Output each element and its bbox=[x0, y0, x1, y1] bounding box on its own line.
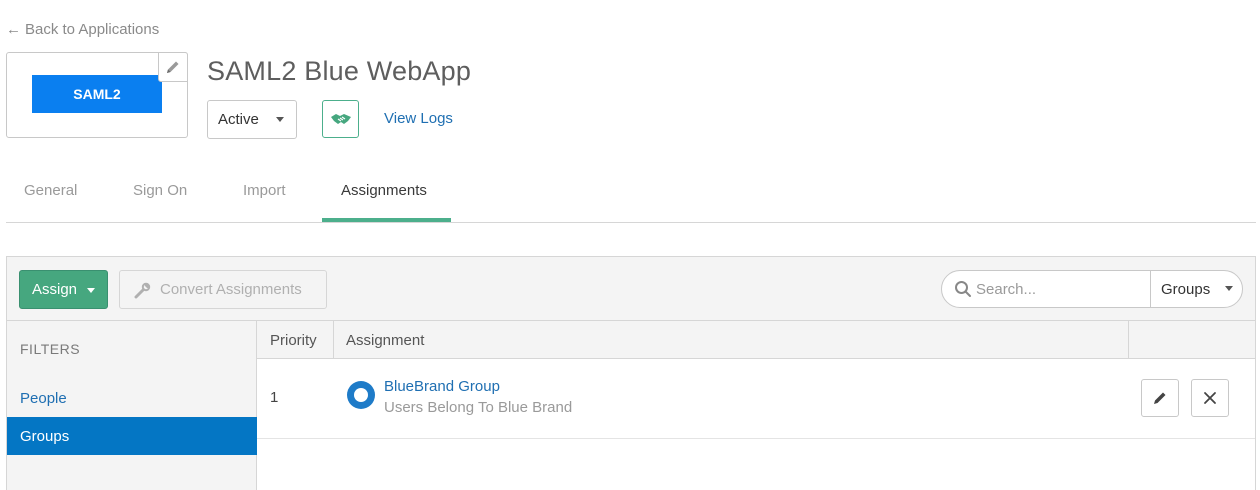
back-link-label: Back to Applications bbox=[25, 21, 160, 38]
filter-groups[interactable]: Groups bbox=[7, 417, 257, 455]
search-icon bbox=[955, 281, 971, 297]
view-logs-link[interactable]: View Logs bbox=[384, 110, 453, 127]
app-title: SAML2 Blue WebApp bbox=[207, 56, 472, 86]
assignments-table-header: Priority Assignment bbox=[257, 321, 1255, 359]
caret-down-icon bbox=[276, 117, 284, 122]
convert-assignments-label: Convert Assignments bbox=[160, 281, 302, 298]
caret-down-icon bbox=[1225, 286, 1233, 291]
group-description: Users Belong To Blue Brand bbox=[384, 399, 573, 416]
active-tab-indicator bbox=[322, 218, 451, 222]
app-tabs: General Sign On Import Assignments bbox=[6, 160, 1256, 223]
search-type-value: Groups bbox=[1161, 280, 1211, 298]
filters-heading: FILTERS bbox=[20, 341, 81, 357]
caret-down-icon bbox=[87, 288, 95, 293]
status-value: Active bbox=[218, 111, 259, 128]
close-icon bbox=[1204, 392, 1216, 404]
group-icon bbox=[347, 381, 375, 409]
group-name-link[interactable]: BlueBrand Group bbox=[384, 378, 500, 395]
back-to-applications-link[interactable]: ← Back to Applications bbox=[6, 21, 159, 38]
filter-people[interactable]: People bbox=[7, 379, 257, 417]
tab-general[interactable]: General bbox=[24, 182, 77, 199]
search-box: Groups bbox=[941, 270, 1243, 308]
assignments-panel: Assign Convert Assignments Groups FILTER bbox=[6, 256, 1256, 490]
filters-sidebar: FILTERS People Groups bbox=[7, 321, 257, 490]
handshake-icon bbox=[330, 114, 351, 124]
search-type-dropdown[interactable]: Groups bbox=[1150, 270, 1243, 308]
provisioning-button[interactable] bbox=[322, 100, 359, 138]
convert-assignments-button[interactable]: Convert Assignments bbox=[119, 270, 327, 309]
tab-sign-on[interactable]: Sign On bbox=[133, 182, 187, 199]
tab-assignments[interactable]: Assignments bbox=[341, 182, 427, 199]
column-header-priority: Priority bbox=[257, 321, 334, 359]
edit-assignment-button[interactable] bbox=[1141, 379, 1179, 417]
app-status-dropdown[interactable]: Active bbox=[207, 100, 297, 139]
column-header-assignment: Assignment bbox=[334, 321, 1129, 359]
tab-import[interactable]: Import bbox=[243, 182, 286, 199]
edit-logo-button[interactable] bbox=[158, 52, 188, 82]
app-logo: SAML2 bbox=[32, 75, 162, 113]
wrench-icon bbox=[134, 282, 151, 298]
remove-assignment-button[interactable] bbox=[1191, 379, 1229, 417]
app-logo-card: SAML2 bbox=[6, 52, 188, 138]
back-arrow-icon: ← bbox=[6, 21, 21, 38]
assignments-toolbar: Assign Convert Assignments Groups bbox=[7, 257, 1255, 321]
pencil-icon bbox=[167, 61, 179, 73]
row-priority: 1 bbox=[270, 389, 279, 406]
pencil-icon bbox=[1154, 392, 1166, 404]
table-row: 1 BlueBrand Group Users Belong To Blue B… bbox=[257, 359, 1255, 439]
assign-label: Assign bbox=[32, 281, 78, 298]
assign-button[interactable]: Assign bbox=[19, 270, 108, 309]
search-input[interactable] bbox=[976, 271, 1146, 307]
